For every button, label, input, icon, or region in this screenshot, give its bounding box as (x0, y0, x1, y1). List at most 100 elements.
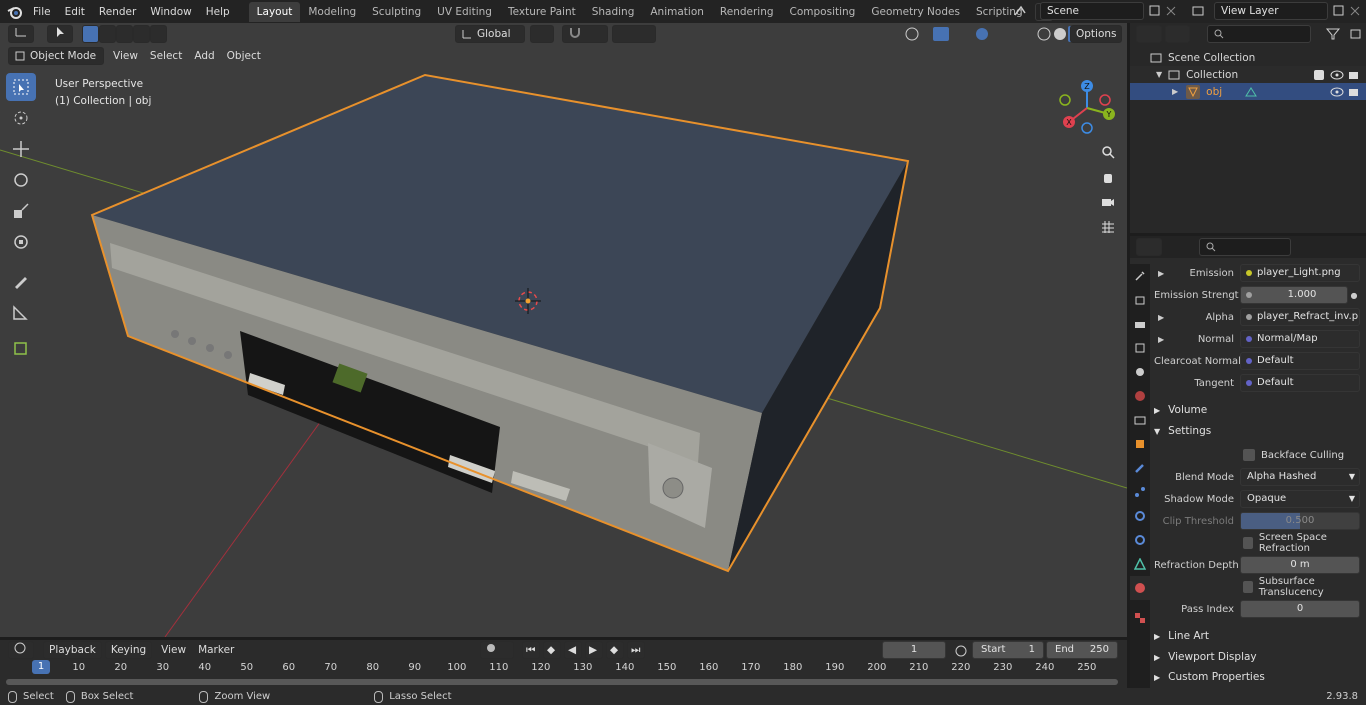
select-extend-mode-icon[interactable] (99, 25, 116, 43)
physics-tab-icon[interactable] (1130, 504, 1150, 528)
current-frame-field[interactable]: 1 (882, 641, 946, 659)
screen-space-refraction-row[interactable]: Screen Space Refraction (1154, 532, 1360, 554)
material-tab-icon[interactable] (1130, 576, 1150, 600)
view-layer-selector[interactable]: View Layer (1190, 2, 1362, 20)
timeline-menu-marker[interactable]: Marker (192, 641, 240, 659)
tab-layout[interactable]: Layout (248, 1, 301, 22)
zoom-button[interactable] (1097, 141, 1119, 163)
copy-scene-icon[interactable] (1148, 4, 1164, 18)
menu-file[interactable]: File (26, 2, 58, 22)
outliner-editor-type-button[interactable] (1136, 25, 1162, 43)
clip-threshold-slider[interactable]: 0.500 (1240, 512, 1360, 530)
scale-tool[interactable] (6, 197, 36, 225)
play-reverse-icon[interactable]: ◀ (564, 641, 582, 659)
tool-tab-icon[interactable] (1130, 264, 1150, 288)
expand-arrow-icon[interactable]: ▼ (1156, 70, 1162, 79)
keyframe-dot-icon[interactable]: ● (1348, 291, 1360, 300)
camera-render-icon[interactable] (1348, 87, 1362, 97)
tab-modeling[interactable]: Modeling (300, 2, 364, 22)
viewport-gizmo-toggles[interactable] (900, 25, 972, 43)
rotate-tool[interactable] (6, 166, 36, 194)
move-tool[interactable] (6, 135, 36, 163)
texture-tab-icon[interactable] (1130, 606, 1150, 630)
blend-mode-dropdown[interactable]: Alpha Hashed ▼ (1240, 468, 1360, 486)
select-invert-mode-icon[interactable] (133, 25, 150, 43)
subsurface-translucency-checkbox[interactable] (1243, 581, 1253, 593)
keying-dropdown[interactable]: Keying (104, 641, 153, 659)
stopwatch-icon[interactable] (954, 643, 968, 657)
tab-sculpting[interactable]: Sculpting (364, 2, 429, 22)
current-frame-indicator[interactable]: 1 (32, 660, 50, 674)
annotate-tool[interactable] (6, 267, 36, 295)
object-row-obj[interactable]: ▶ obj (1130, 83, 1366, 100)
scene-tab-icon[interactable] (1130, 360, 1150, 384)
eye-icon[interactable] (1330, 70, 1344, 80)
object-tab-icon[interactable] (1130, 432, 1150, 456)
tangent-field[interactable]: Default (1240, 374, 1360, 392)
select-set-mode-icon[interactable] (82, 25, 99, 43)
display-mode-button[interactable] (1164, 25, 1191, 43)
end-frame-field[interactable]: End 250 (1046, 641, 1118, 659)
scene-collection-row[interactable]: Scene Collection (1130, 49, 1366, 66)
viewport-display-section-header[interactable]: ▶ Viewport Display (1154, 648, 1362, 666)
menu-help[interactable]: Help (199, 2, 237, 22)
menu-window[interactable]: Window (143, 2, 198, 22)
solid-shading-icon[interactable] (1052, 26, 1068, 42)
overlays-toggle-icon[interactable] (972, 25, 1012, 43)
menu-view[interactable]: View (107, 47, 144, 65)
expand-arrow-icon[interactable]: ▶ (1154, 269, 1168, 278)
tab-shading[interactable]: Shading (584, 2, 643, 22)
playback-dropdown[interactable]: Playback (43, 641, 102, 659)
close-icon[interactable] (1164, 4, 1178, 18)
close-icon[interactable] (1348, 4, 1362, 18)
particles-tab-icon[interactable] (1130, 480, 1150, 504)
camera-render-icon[interactable] (1348, 70, 1362, 80)
expand-arrow-icon[interactable]: ▶ (1154, 335, 1168, 344)
render-tab-icon[interactable] (1130, 288, 1150, 312)
data-tab-icon[interactable] (1130, 552, 1150, 576)
select-tool-button[interactable] (47, 25, 73, 43)
tab-texture-paint[interactable]: Texture Paint (500, 2, 584, 22)
transform-orientation-dropdown[interactable]: Global (455, 25, 525, 43)
expand-arrow-icon[interactable]: ▶ (1154, 313, 1168, 322)
backface-culling-row[interactable]: Backface Culling (1154, 446, 1360, 464)
timeline-menu-view[interactable]: View (155, 641, 192, 659)
expand-arrow-icon[interactable]: ▶ (1172, 87, 1178, 96)
screen-space-refraction-checkbox[interactable] (1243, 537, 1253, 549)
timeline-editor-type-button[interactable] (8, 641, 34, 659)
tab-rendering[interactable]: Rendering (712, 2, 782, 22)
tab-uv-editing[interactable]: UV Editing (429, 2, 500, 22)
auto-keying-button[interactable] (480, 641, 514, 659)
add-cube-tool[interactable] (6, 333, 36, 361)
frame-ruler[interactable]: 1 10 20 30 40 50 60 70 80 90 100 110 120 130 140 150 16… (0, 660, 1127, 676)
blender-logo-icon[interactable] (4, 1, 26, 23)
jump-start-icon[interactable]: ⏮ (522, 641, 540, 659)
3d-viewport[interactable]: Global Object Mode View Select Add Objec… (0, 23, 1127, 637)
output-tab-icon[interactable] (1130, 312, 1150, 336)
view-layer-field[interactable]: View Layer (1214, 2, 1328, 20)
timeline-scrollbar[interactable] (6, 679, 1118, 685)
normal-field[interactable]: Normal/Map (1240, 330, 1360, 348)
modifier-tab-icon[interactable] (1130, 456, 1150, 480)
view-layer-tab-icon[interactable] (1130, 336, 1150, 360)
menu-object[interactable]: Object (221, 47, 267, 65)
refraction-depth-field[interactable]: 0 m (1240, 556, 1360, 574)
select-box-tool[interactable] (6, 73, 36, 101)
outliner-search-input[interactable] (1207, 25, 1311, 43)
scene-selector[interactable]: Scene (1012, 2, 1178, 20)
camera-view-button[interactable] (1097, 191, 1119, 213)
pivot-point-button[interactable] (530, 25, 554, 43)
shadow-mode-dropdown[interactable]: Opaque ▼ (1240, 490, 1360, 508)
tab-geometry-nodes[interactable]: Geometry Nodes (863, 2, 968, 22)
menu-render[interactable]: Render (92, 2, 143, 22)
properties-search-input[interactable] (1199, 238, 1291, 256)
tab-animation[interactable]: Animation (642, 2, 712, 22)
scene-name-field[interactable]: Scene (1040, 2, 1144, 20)
jump-end-icon[interactable]: ⏭ (627, 641, 645, 659)
filter-icon[interactable] (1325, 27, 1345, 41)
tab-compositing[interactable]: Compositing (782, 2, 864, 22)
cursor-tool[interactable] (6, 104, 36, 132)
constraints-tab-icon[interactable] (1130, 528, 1150, 552)
collection-row[interactable]: ▼ Collection (1130, 66, 1366, 83)
pass-index-field[interactable]: 0 (1240, 600, 1360, 618)
